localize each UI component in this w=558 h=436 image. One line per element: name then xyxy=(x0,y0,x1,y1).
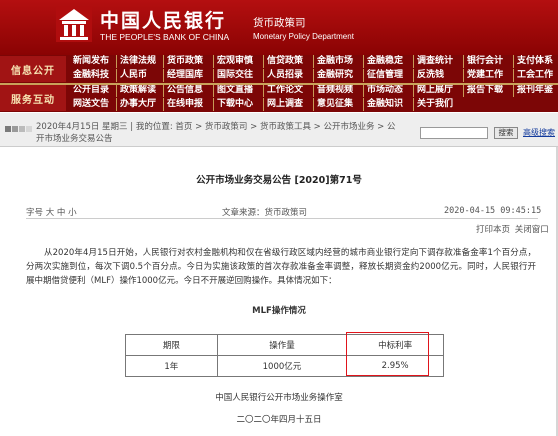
nav-item[interactable]: 金融知识 xyxy=(364,98,414,111)
cell-term: 1年 xyxy=(125,355,218,377)
nav-item[interactable]: 图文直播 xyxy=(214,84,264,97)
close-window-link[interactable]: 关闭窗口 xyxy=(515,225,549,235)
nav-row-1: 新闻发布 法律法规 货币政策 宏观审慎 信贷政策 金融市场 金融稳定 调查统计 … xyxy=(70,55,558,68)
dept-name-cn: 货币政策司 xyxy=(253,17,306,29)
nav-item[interactable]: 支付体系 xyxy=(514,55,558,68)
nav-item[interactable]: 办事大厅 xyxy=(117,98,164,111)
meta-divider xyxy=(26,218,538,219)
nav-item[interactable]: 工作论文 xyxy=(264,84,314,97)
nav-item[interactable]: 意见征集 xyxy=(314,98,364,111)
search-input[interactable] xyxy=(420,127,488,139)
font-size-selector[interactable]: 字号 大 中 小 xyxy=(26,206,77,218)
nav-item[interactable]: 公开目录 xyxy=(70,84,117,97)
nav-item[interactable]: 下载中心 xyxy=(214,98,264,111)
bank-name-cn: 中国人民银行 xyxy=(100,10,227,32)
nav-item[interactable]: 党建工作 xyxy=(464,69,514,82)
pboc-logo-icon xyxy=(56,6,92,42)
nav-item[interactable]: 国际交往 xyxy=(214,69,264,82)
nav-item[interactable]: 工会工作 xyxy=(514,69,558,82)
nav-item[interactable]: 经理国库 xyxy=(164,69,214,82)
nav-row-4: 网送文告 办事大厅 在线申报 下载中心 网上调查 意见征集 金融知识 关于我们 xyxy=(70,98,558,111)
rate-highlight-box xyxy=(346,332,429,376)
nav-item[interactable]: 政策解读 xyxy=(117,84,164,97)
print-page-link[interactable]: 打印本页 xyxy=(476,225,510,235)
article-body: 从2020年4月15日开始，人民银行对农村金融机构和仅在省级行政区域内经营的城市… xyxy=(26,248,536,286)
signature-date: 二〇二〇年四月十五日 xyxy=(236,415,322,425)
nav-item[interactable]: 网上展厅 xyxy=(414,84,464,97)
nav-item[interactable]: 信贷政策 xyxy=(264,55,314,68)
bank-name-en: THE PEOPLE'S BANK OF CHINA xyxy=(100,32,230,42)
nav-item[interactable]: 人民币 xyxy=(117,69,164,82)
nav-row-3: 公开目录 政策解读 公告信息 图文直播 工作论文 音频视频 市场动态 网上展厅 … xyxy=(70,84,558,97)
article-title: 公开市场业务交易公告 [2020]第71号 xyxy=(196,175,362,186)
header-volume: 操作量 xyxy=(216,334,348,356)
nav-item[interactable]: 调查统计 xyxy=(414,55,464,68)
nav-label-service: 服务互动 xyxy=(0,85,66,111)
advanced-search-link[interactable]: 高级搜索 xyxy=(523,127,555,138)
nav-item[interactable]: 音频视频 xyxy=(314,84,364,97)
nav-item[interactable]: 金融科技 xyxy=(70,69,117,82)
breadcrumb[interactable]: 2020年4月15日 星期三 | 我的位置: 首页 > 货币政策司 > 货币政策… xyxy=(36,121,396,145)
article-source: 文章来源：货币政策司 xyxy=(222,208,308,218)
nav-item[interactable]: 宏观审慎 xyxy=(214,55,264,68)
cell-volume: 1000亿元 xyxy=(216,355,348,377)
table-title: MLF操作情况 xyxy=(252,306,306,316)
nav-item[interactable]: 征信管理 xyxy=(364,69,414,82)
home-dots-icon xyxy=(5,126,32,132)
search-button[interactable]: 搜索 xyxy=(494,127,518,139)
nav-item[interactable]: 新闻发布 xyxy=(70,55,117,68)
nav-item[interactable]: 货币政策 xyxy=(164,55,214,68)
breadcrumb-bar: 2020年4月15日 星期三 | 我的位置: 首页 > 货币政策司 > 货币政策… xyxy=(0,113,558,147)
nav-item[interactable]: 关于我们 xyxy=(414,98,464,111)
nav-item[interactable]: 在线申报 xyxy=(164,98,214,111)
nav-item[interactable]: 金融稳定 xyxy=(364,55,414,68)
nav-item[interactable]: 金融市场 xyxy=(314,55,364,68)
dept-name-en: Monetary Policy Department xyxy=(253,32,354,41)
header-term: 期限 xyxy=(125,334,218,356)
nav-item[interactable]: 网上调查 xyxy=(264,98,314,111)
nav-item[interactable]: 公告信息 xyxy=(164,84,214,97)
nav-item[interactable]: 网送文告 xyxy=(70,98,117,111)
nav-item[interactable]: 报刊年鉴 xyxy=(514,84,558,97)
signature-org: 中国人民银行公开市场业务操作室 xyxy=(215,393,343,403)
nav-item[interactable]: 金融研究 xyxy=(314,69,364,82)
nav-row-2: 金融科技 人民币 经理国库 国际交往 人员招录 金融研究 征信管理 反洗钱 党建… xyxy=(70,69,558,82)
article-tools: 打印本页 关闭窗口 xyxy=(474,223,549,235)
nav-item[interactable]: 反洗钱 xyxy=(414,69,464,82)
nav-item[interactable]: 法律法规 xyxy=(117,55,164,68)
site-header: 中国人民银行 THE PEOPLE'S BANK OF CHINA 货币政策司 … xyxy=(0,0,558,55)
nav-item[interactable]: 报告下载 xyxy=(464,84,514,97)
nav-item[interactable]: 人员招录 xyxy=(264,69,314,82)
nav-item[interactable]: 市场动态 xyxy=(364,84,414,97)
nav-label-info: 信息公开 xyxy=(0,56,66,82)
nav-item[interactable]: 银行会计 xyxy=(464,55,514,68)
nav-divider xyxy=(0,83,558,85)
article-timestamp: 2020-04-15 09:45:15 xyxy=(444,206,542,216)
